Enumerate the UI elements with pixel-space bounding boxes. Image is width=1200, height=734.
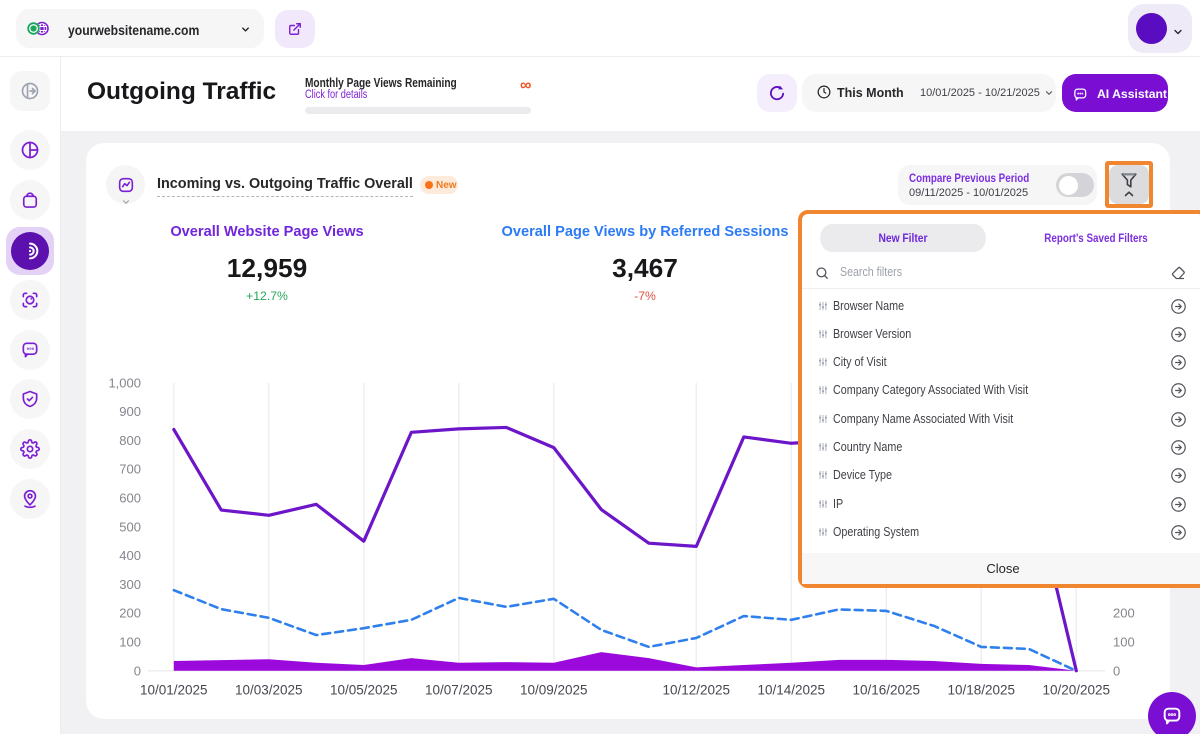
svg-text:200: 200	[119, 606, 141, 621]
svg-text:10/14/2025: 10/14/2025	[758, 683, 826, 698]
svg-text:1,000: 1,000	[108, 375, 141, 390]
svg-text:100: 100	[1113, 635, 1135, 650]
svg-text:10/12/2025: 10/12/2025	[663, 683, 731, 698]
svg-text:10/16/2025: 10/16/2025	[853, 683, 921, 698]
svg-text:800: 800	[119, 433, 141, 448]
svg-text:10/07/2025: 10/07/2025	[425, 683, 493, 698]
svg-text:10/09/2025: 10/09/2025	[520, 683, 588, 698]
svg-text:10/01/2025: 10/01/2025	[140, 683, 208, 698]
svg-text:100: 100	[119, 635, 141, 650]
svg-text:500: 500	[119, 519, 141, 534]
svg-text:10/05/2025: 10/05/2025	[330, 683, 398, 698]
svg-text:700: 700	[119, 462, 141, 477]
svg-text:0: 0	[134, 663, 141, 678]
svg-text:900: 900	[119, 404, 141, 419]
svg-text:400: 400	[119, 548, 141, 563]
svg-text:10/20/2025: 10/20/2025	[1043, 683, 1111, 698]
svg-text:600: 600	[119, 491, 141, 506]
svg-text:300: 300	[119, 577, 141, 592]
svg-text:10/18/2025: 10/18/2025	[948, 683, 1016, 698]
svg-text:0: 0	[1113, 663, 1120, 678]
svg-text:200: 200	[1113, 606, 1135, 621]
svg-text:10/03/2025: 10/03/2025	[235, 683, 303, 698]
